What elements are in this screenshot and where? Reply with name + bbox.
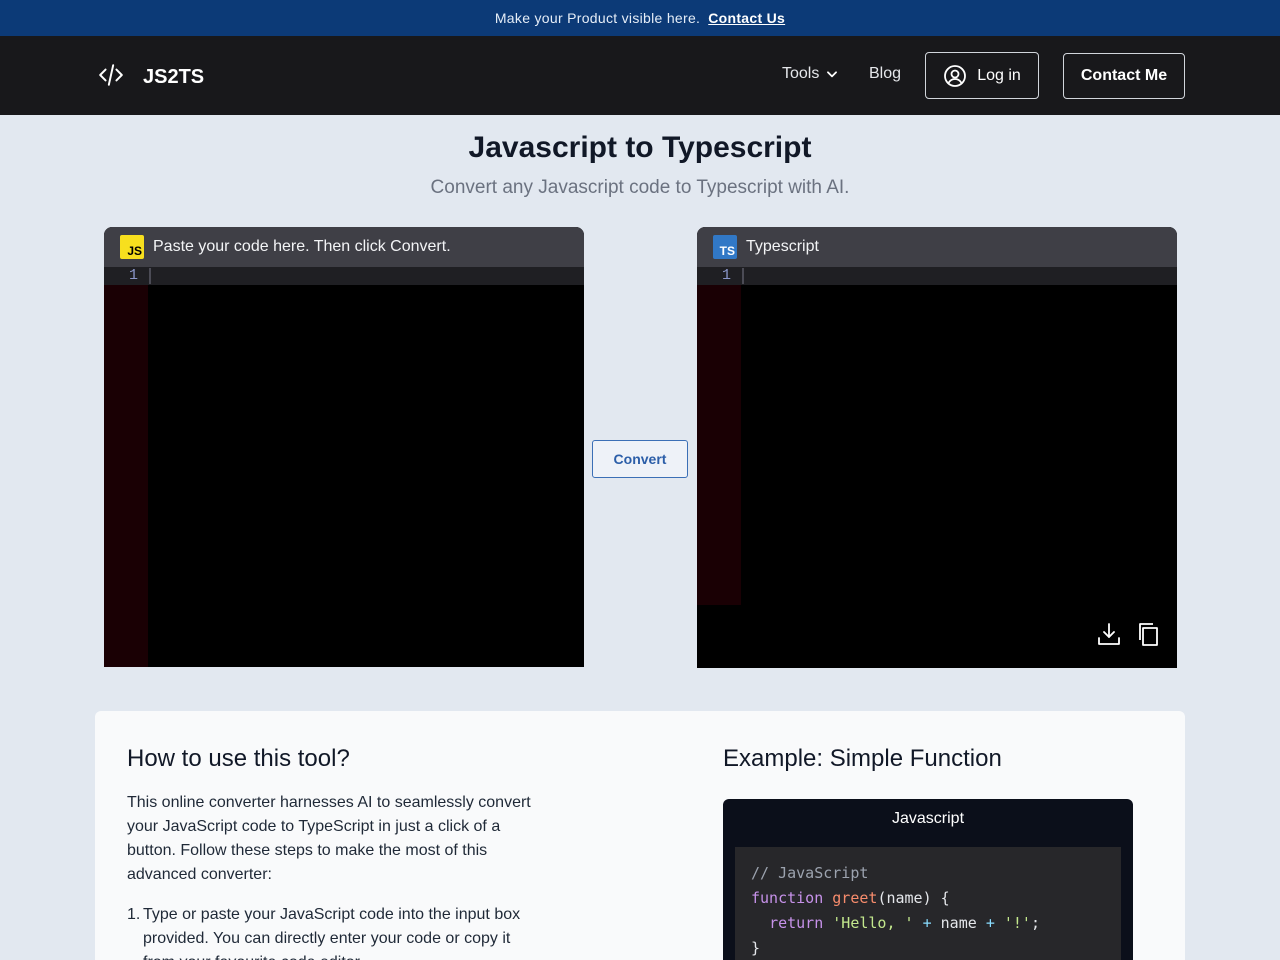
code-operator: +: [985, 914, 995, 932]
how-to-title: How to use this tool?: [127, 745, 350, 772]
output-editor-header: TS Typescript: [697, 227, 1177, 267]
code-semicolon: ;: [1030, 914, 1040, 932]
code-string: 'Hello, ': [832, 914, 914, 932]
list-item: 1. Type or paste your JavaScript code in…: [127, 903, 537, 960]
js-badge-icon: JS: [120, 235, 144, 259]
info-section: How to use this tool? This online conver…: [95, 711, 1185, 960]
step-text: Type or paste your JavaScript code into …: [143, 906, 521, 960]
example-title: Example: Simple Function: [723, 745, 1002, 772]
page-title: Javascript to Typescript: [468, 131, 812, 164]
code-keyword: function: [751, 889, 824, 907]
active-line: [697, 267, 1177, 285]
login-button[interactable]: Log in: [925, 52, 1039, 99]
code-keyword: return: [769, 914, 824, 932]
text-cursor: [742, 268, 744, 284]
text-cursor: [149, 268, 151, 284]
top-nav: JS2TS Tools Blog Log in Contact Me: [0, 36, 1280, 115]
code-icon: [98, 62, 124, 93]
code-operator: +: [922, 914, 932, 932]
promo-banner: Make your Product visible here. Contact …: [0, 0, 1280, 36]
how-to-steps: 1. Type or paste your JavaScript code in…: [127, 903, 537, 960]
javascript-input-editor[interactable]: JS Paste your code here. Then click Conv…: [104, 227, 584, 667]
example-code-block: // JavaScript function greet(name) { ret…: [735, 847, 1121, 960]
user-circle-icon: [944, 64, 967, 87]
promo-text: Make your Product visible here.: [494, 10, 701, 26]
typescript-output-editor[interactable]: TS Typescript 1: [697, 227, 1177, 668]
contact-me-button[interactable]: Contact Me: [1063, 53, 1185, 99]
input-editor-title: Paste your code here. Then click Convert…: [153, 238, 451, 255]
brand-name: JS2TS: [143, 66, 205, 88]
input-editor-header: JS Paste your code here. Then click Conv…: [104, 227, 584, 267]
example-card: Javascript // JavaScript function greet(…: [723, 799, 1133, 960]
example-tab[interactable]: Javascript: [723, 799, 1133, 839]
line-number: 1: [128, 267, 138, 284]
line-gutter: [697, 267, 741, 605]
copy-icon[interactable]: [1137, 622, 1161, 646]
ts-badge-icon: TS: [713, 235, 737, 259]
promo-contact-link[interactable]: Contact Us: [708, 10, 785, 26]
login-label: Log in: [977, 66, 1021, 84]
nav-blog-link[interactable]: Blog: [869, 65, 901, 83]
code-string: '!': [1003, 914, 1031, 932]
convert-button[interactable]: Convert: [592, 440, 688, 478]
code-brace: {: [940, 889, 950, 907]
active-line: [104, 267, 584, 285]
chevron-down-icon: [827, 71, 838, 78]
download-icon[interactable]: [1097, 622, 1121, 646]
code-function-name: greet: [832, 889, 878, 907]
output-editor-title: Typescript: [746, 238, 819, 255]
code-params: (name): [877, 889, 932, 907]
code-brace: }: [751, 939, 761, 957]
output-actions: [1081, 622, 1161, 646]
nav-tools-dropdown[interactable]: Tools: [782, 65, 839, 83]
line-gutter: [104, 267, 148, 667]
code-variable: name: [940, 914, 977, 932]
nav-tools-label: Tools: [782, 65, 820, 82]
how-to-intro: This online converter harnesses AI to se…: [127, 794, 531, 883]
code-comment: // JavaScript: [751, 864, 869, 882]
brand-logo[interactable]: JS2TS: [98, 62, 204, 93]
step-number: 1.: [127, 906, 141, 923]
line-number: 1: [721, 267, 731, 284]
page-subtitle: Convert any Javascript code to Typescrip…: [430, 177, 850, 198]
